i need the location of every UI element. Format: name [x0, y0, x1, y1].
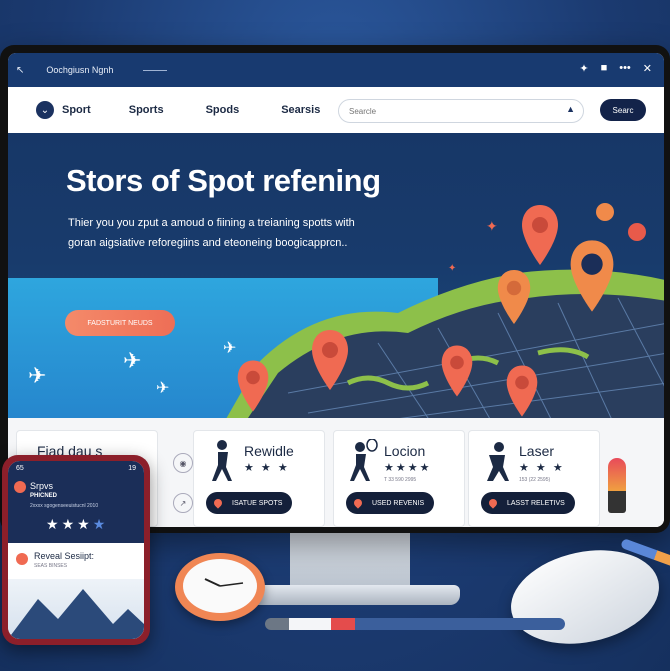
expand-icon[interactable]: ↗	[173, 493, 193, 513]
search-input[interactable]	[347, 105, 551, 117]
search-button[interactable]: Searc	[600, 99, 646, 121]
airplane-icon: ✈	[156, 380, 170, 397]
location-pin-icon[interactable]	[236, 358, 270, 414]
nav-item-sport[interactable]: Sport	[62, 104, 91, 116]
star-icon: ★	[92, 516, 109, 532]
hero-title: Stors of Spot refening	[66, 163, 381, 198]
location-pin-icon[interactable]	[505, 363, 539, 418]
card-title: Locion	[384, 443, 426, 459]
target-icon[interactable]: ◉	[173, 453, 193, 473]
phone-row-subtitle: SEAS BINSES	[34, 563, 68, 569]
desk-clock	[175, 553, 265, 621]
phone-app-detail: 2xxxx sgogenseeuistucnl 2010	[30, 503, 99, 509]
ball-decoration	[596, 203, 614, 221]
window-title: Oochgiusn Ngnh	[46, 65, 114, 75]
pin-icon	[212, 497, 224, 509]
card-subtext: T 33 590 2995	[384, 477, 417, 483]
nav-item-spods[interactable]: Spods	[206, 104, 240, 116]
search-box: ▲	[338, 99, 584, 123]
card-rewidle[interactable]: Rewidle ★ ★ ★ ISATUE SPOTS	[193, 430, 325, 527]
phone-status-right: 19	[128, 465, 136, 472]
close-icon[interactable]: ✕	[643, 62, 652, 75]
more-icon[interactable]: •••	[619, 62, 631, 75]
phone-header: 65 19 Srpvs PHICNED 2xxxx sgogenseeuistu…	[8, 461, 144, 543]
pin-icon[interactable]: ✦	[579, 62, 588, 75]
window-title-bar: ↖ Oochgiusn Ngnh ✦ ■ ••• ✕	[8, 53, 664, 87]
card-pill-button[interactable]: USED REVENIS	[346, 492, 435, 514]
star-icon: ★	[61, 516, 78, 532]
location-pin-icon[interactable]	[440, 343, 474, 399]
athlete-crouch-icon	[487, 442, 509, 481]
phone-row-title: Reveal Sesiipt:	[34, 551, 95, 561]
cta-button[interactable]: FADSTURIT NEUDS	[65, 310, 175, 336]
hero-subtitle-line: goran aigsiative reforegiins and eteonei…	[68, 237, 348, 249]
app-badge-icon	[14, 481, 26, 493]
card-pill-button[interactable]: LASST RELETIVS	[481, 492, 575, 514]
top-navigation: ⌄ Sport Sports Spods Searsis ▲ Searc	[8, 87, 664, 134]
monitor-base	[245, 585, 460, 605]
card-stars: ★ ★ ★	[244, 462, 290, 474]
location-pin-icon[interactable]	[520, 203, 560, 267]
card-subtext: 153 (22 2595)	[519, 477, 551, 483]
square-icon[interactable]: ■	[601, 62, 608, 75]
monitor-stand	[290, 530, 410, 590]
smartphone: 65 19 Srpvs PHICNED 2xxxx sgogenseeuistu…	[2, 455, 150, 645]
airplane-icon: ✈	[123, 348, 142, 373]
phone-screen: 65 19 Srpvs PHICNED 2xxxx sgogenseeuistu…	[8, 461, 144, 639]
card-title: Rewidle	[244, 443, 294, 459]
title-divider	[143, 69, 168, 71]
card-pill-button[interactable]: ISATUE SPOTS	[206, 492, 293, 514]
card-title: Laser	[519, 443, 555, 459]
star-icon: ★	[46, 516, 62, 532]
nav-item-searsis[interactable]: Searsis	[281, 104, 320, 116]
star-icon: ★	[77, 516, 93, 532]
send-icon[interactable]: ▲	[566, 104, 575, 114]
pen	[265, 618, 565, 630]
ball-decoration	[628, 223, 646, 241]
mountain-illustration	[8, 589, 144, 639]
lipstick-decoration	[608, 458, 626, 513]
card-pill-label: ISATUE SPOTS	[232, 499, 283, 507]
phone-rating: ★★★★	[46, 516, 108, 533]
tennis-player-icon	[350, 439, 378, 481]
pin-icon	[352, 497, 364, 509]
window-controls: ✦ ■ ••• ✕	[579, 62, 652, 75]
hero-subtitle-line: Thier you you zput a amoud o fiining a t…	[68, 217, 355, 229]
athlete-running-icon	[212, 440, 232, 481]
card-laser[interactable]: Laser ★ ★ ★ 153 (22 2595) LASST RELETIVS	[468, 430, 600, 527]
airplane-icon: ✈	[223, 340, 237, 357]
card-locion[interactable]: Locion ★★★★ T 33 590 2995 USED REVENIS	[333, 430, 465, 527]
nav-item-sports[interactable]: Sports	[129, 104, 164, 116]
clock-hands	[204, 578, 244, 587]
clock-face	[183, 559, 257, 613]
card-pill-label: LASST RELETIVS	[507, 499, 565, 507]
card-pill-label: USED REVENIS	[372, 499, 425, 507]
phone-app-title: Srpvs	[30, 481, 54, 491]
card-stars: ★★★★	[384, 462, 432, 474]
phone-status-left: 65	[16, 465, 24, 472]
pin-icon	[487, 497, 499, 509]
sparkle-icon: ✦	[486, 218, 498, 234]
location-pin-icon[interactable]	[568, 238, 616, 314]
location-pin-icon[interactable]	[496, 268, 532, 326]
back-icon[interactable]: ↖	[16, 65, 24, 76]
hero-subtitle: Thier you you zput a amoud o fiining a t…	[68, 213, 428, 253]
mountain-image	[8, 579, 144, 639]
airplane-icon: ✈	[28, 363, 47, 388]
card-stars: ★ ★ ★	[519, 462, 565, 474]
phone-list-row[interactable]: Reveal Sesiipt: SEAS BINSES	[8, 543, 144, 579]
hero-section: ✦ ✦ ✈ ✈ ✈ ✈ ✈ Stors of Spot refening Thi…	[8, 133, 664, 418]
logo-chevron-icon[interactable]: ⌄	[36, 101, 54, 119]
location-pin-icon[interactable]	[310, 328, 350, 392]
sparkle-icon: ✦	[448, 263, 457, 274]
pin-icon	[16, 553, 28, 565]
phone-app-subtitle: PHICNED	[30, 493, 58, 499]
